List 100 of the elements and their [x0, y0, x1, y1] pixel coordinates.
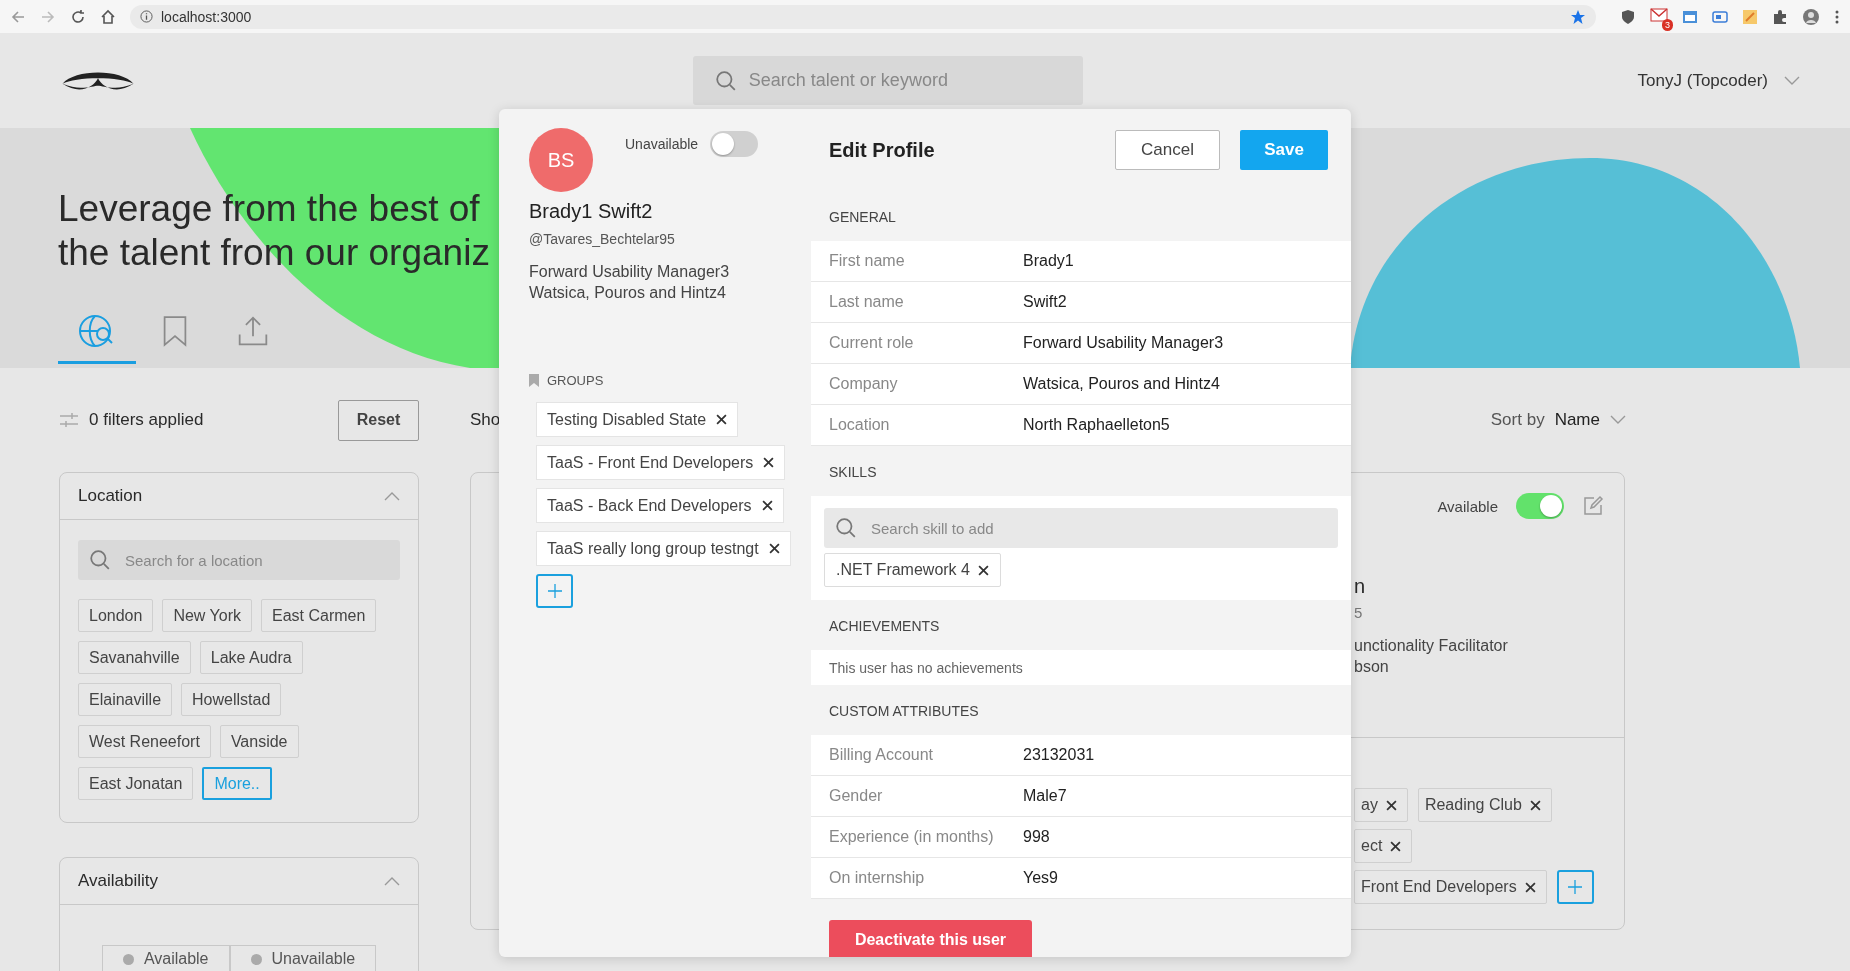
location-search-box[interactable]: Search for a location [78, 540, 400, 580]
field-value: Watsica, Pouros and Hintz4 [1023, 375, 1220, 393]
location-chip[interactable]: London [78, 599, 154, 632]
bookmark-icon [529, 374, 539, 387]
section-title: GENERAL [829, 209, 896, 225]
profile-icon[interactable] [1802, 7, 1820, 26]
note-icon[interactable] [1742, 8, 1758, 25]
field-label: Location [829, 416, 891, 434]
info-icon [140, 10, 153, 23]
skill-tag: .NET Framework 4 [824, 553, 1001, 587]
close-icon[interactable] [977, 564, 989, 576]
add-button[interactable] [1556, 870, 1594, 904]
profile-company: Watsica, Pouros and Hintz4 [529, 283, 727, 303]
profile-name: Brady1 Swift2 [529, 200, 654, 223]
availability-label: Available [1437, 497, 1498, 515]
search-field[interactable]: Search talent or keyword [746, 69, 1061, 92]
location-search-field[interactable]: Search for a location [123, 550, 389, 570]
close-icon[interactable] [1385, 799, 1397, 811]
deactivate-button[interactable]: Deactivate this user [829, 920, 1032, 957]
field-value: Male7 [1023, 787, 1067, 805]
chevron-down-icon[interactable] [1610, 415, 1626, 425]
plus-icon [546, 583, 563, 599]
close-icon[interactable] [761, 500, 773, 511]
search-box[interactable]: Search talent or keyword [692, 56, 1083, 105]
skill-search-box[interactable]: Search skill to add [824, 508, 1338, 548]
location-chip[interactable]: Howellstad [181, 683, 282, 716]
menu-icon[interactable] [1834, 8, 1840, 25]
location-chip[interactable]: Savanahville [78, 641, 191, 674]
panel-title: Location [78, 486, 143, 506]
group-tag: Front End Developers [1354, 870, 1547, 904]
edit-icon[interactable] [1582, 495, 1604, 517]
field-label: Last name [829, 293, 905, 311]
field-value: 998 [1023, 828, 1050, 846]
location-chip[interactable]: East Jonatan [78, 767, 194, 800]
window-icon[interactable] [1682, 8, 1698, 25]
field-value: Forward Usability Manager3 [1023, 334, 1224, 352]
panel-title: Availability [78, 871, 158, 891]
field-label: Gender [829, 787, 884, 805]
close-icon[interactable] [1524, 881, 1536, 893]
availability-option[interactable]: Available [101, 945, 230, 971]
field-label: Billing Account [829, 746, 935, 764]
plus-icon [1567, 879, 1584, 895]
star-icon[interactable] [1570, 8, 1586, 25]
chevron-up-icon[interactable] [384, 491, 400, 501]
group-tag: TaaS - Back End Developers [536, 488, 784, 523]
field-label: On internship [829, 869, 926, 887]
group-tag: ect [1354, 829, 1413, 863]
section-title: ACHIEVEMENTS [829, 618, 940, 634]
home-icon[interactable] [100, 8, 116, 25]
toggle-switch[interactable] [710, 131, 759, 157]
search-icon [89, 549, 111, 571]
add-button[interactable] [536, 574, 573, 608]
field-label: Current role [829, 334, 915, 352]
availability-option[interactable]: Unavailable [229, 945, 377, 971]
cancel-button[interactable]: Cancel [1115, 130, 1220, 170]
group-tag: ay [1354, 788, 1408, 822]
location-chip[interactable]: New York [162, 599, 252, 632]
field-value: North Raphaelleton5 [1023, 416, 1170, 434]
puzzle-icon[interactable] [1772, 8, 1788, 25]
filter-summary: 0 filters applied [89, 410, 204, 430]
sort-label: Sort by [1490, 410, 1545, 430]
chevron-down-icon[interactable] [1784, 75, 1800, 86]
location-chip[interactable]: Lake Audra [199, 641, 303, 674]
close-icon[interactable] [763, 457, 775, 468]
field-label: First name [829, 252, 906, 270]
location-chip[interactable]: West Reneefort [78, 725, 211, 758]
profile-handle: @Tavares_Bechtelar95 [529, 231, 676, 247]
close-icon[interactable] [716, 414, 728, 425]
mail-icon[interactable] [1650, 7, 1668, 22]
chevron-up-icon[interactable] [384, 876, 400, 886]
sort-value[interactable]: Name [1554, 410, 1600, 430]
address-bar[interactable]: localhost:3000 [130, 4, 1596, 29]
location-chip[interactable]: Elainaville [78, 683, 173, 716]
group-tag: Reading Club [1417, 788, 1552, 822]
group-tag: TaaS really long group testngt [536, 531, 791, 566]
tab-icon[interactable] [1712, 8, 1728, 25]
location-chip[interactable]: Vanside [219, 725, 299, 758]
filter-icon [59, 412, 79, 428]
reload-icon[interactable] [70, 8, 86, 25]
toggle-switch[interactable] [1516, 493, 1564, 519]
close-icon[interactable] [1390, 840, 1402, 852]
reset-button[interactable]: Reset [338, 399, 419, 441]
field-value: 23132031 [1023, 746, 1095, 764]
bookmark-icon [162, 314, 188, 347]
back-icon[interactable] [10, 8, 26, 25]
user-name[interactable]: TonyJ (Topcoder) [1637, 70, 1768, 91]
field-label: Company [829, 375, 899, 393]
profile-name: n [1354, 575, 1367, 598]
availability-label: Unavailable [625, 136, 699, 152]
close-icon[interactable] [768, 543, 780, 554]
field-value: Swift2 [1023, 293, 1067, 311]
avatar: BS [529, 128, 593, 192]
close-icon[interactable] [1529, 799, 1541, 811]
shield-icon[interactable] [1620, 8, 1636, 25]
upload-icon [237, 314, 269, 347]
url-text: localhost:3000 [161, 8, 252, 25]
skill-search-field[interactable]: Search skill to add [869, 518, 1327, 538]
search-icon [714, 69, 737, 92]
profile-handle: 5 [1354, 604, 1364, 621]
location-chip[interactable]: East Carmen [261, 599, 377, 632]
